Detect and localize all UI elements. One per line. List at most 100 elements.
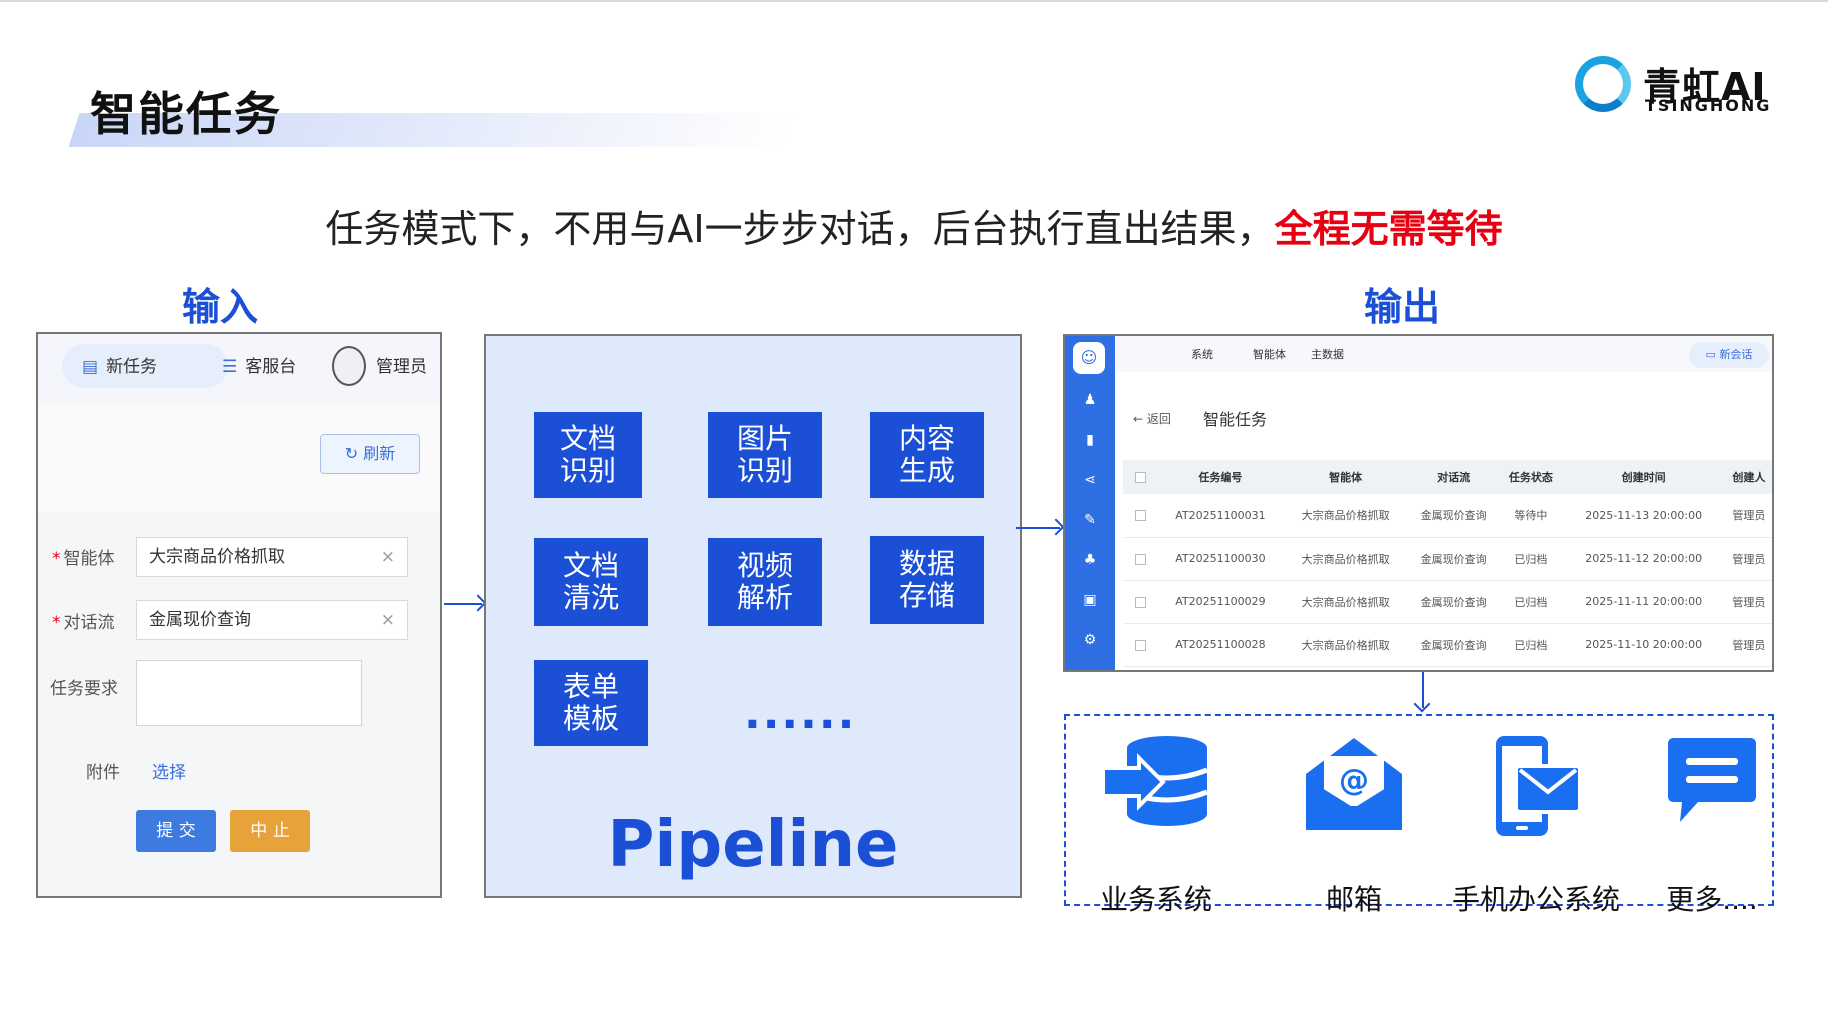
agent-value: 大宗商品价格抓取 [149, 547, 285, 567]
brand-logo: 青虹AI TSINGHONG [1575, 56, 1775, 116]
channel-mobile-office: 手机办公系统 [1452, 734, 1620, 916]
table-header-row: 任务编号 智能体 对话流 任务状态 创建时间 创建人 [1123, 460, 1772, 494]
cell-flow: 金属现价查询 [1407, 580, 1500, 624]
robot-icon[interactable]: ☺ [1073, 342, 1105, 374]
col-created-time[interactable]: 创建时间 [1561, 460, 1726, 494]
logo-text-en: TSINGHONG [1645, 96, 1772, 115]
tab-new-task-label: 新任务 [106, 357, 158, 377]
channel-label: 手机办公系统 [1451, 883, 1620, 916]
channel-more: 更多.... [1652, 734, 1772, 916]
input-to-pipeline-arrow [444, 603, 482, 605]
attachment-select-link[interactable]: 选择 [152, 758, 186, 783]
flow-label: * 对话流 [52, 613, 115, 633]
cell-flow: 金属现价查询 [1407, 537, 1500, 581]
tile-data-storage: 数据 存储 [870, 536, 984, 624]
org-icon[interactable]: ♣ [1065, 552, 1115, 568]
book-icon[interactable]: ▮ [1065, 432, 1115, 448]
agent-select[interactable]: 大宗商品价格抓取 × [136, 537, 408, 577]
channel-label: 邮箱 [1325, 883, 1382, 916]
email-icon: @ [1306, 738, 1402, 830]
svg-text:@: @ [1339, 763, 1369, 798]
save-icon[interactable]: ▣ [1065, 592, 1115, 608]
pipeline-label: Pipeline [607, 808, 899, 882]
chat-icon: ▭ [1705, 348, 1720, 361]
cell-status: 已归档 [1499, 537, 1562, 581]
clear-agent-icon[interactable]: × [381, 538, 395, 576]
cell-creator: 管理员 [1725, 623, 1772, 667]
col-task-id[interactable]: 任务编号 [1157, 460, 1284, 494]
tab-new-task[interactable]: ▤ 新任务 [82, 352, 157, 377]
tab-service-desk-label: 客服台 [245, 357, 297, 377]
cell-created-time: 2025-11-11 20:00:00 [1561, 580, 1726, 624]
tile-content-generation: 内容 生成 [870, 412, 984, 498]
output-page-title: 智能任务 [1203, 410, 1268, 429]
row-checkbox[interactable] [1134, 510, 1146, 522]
clear-flow-icon[interactable]: × [381, 601, 395, 639]
share-icon[interactable]: ⋖ [1065, 472, 1115, 488]
cell-creator: 管理员 [1725, 580, 1772, 624]
table-row[interactable]: AT20251100031 大宗商品价格抓取 金属现价查询 等待中 2025-1… [1123, 494, 1772, 538]
table-row[interactable]: AT20251100030 大宗商品价格抓取 金属现价查询 已归档 2025-1… [1123, 537, 1772, 581]
nav-system[interactable]: 系统 [1191, 346, 1213, 362]
cell-flow: 金属现价查询 [1407, 623, 1500, 667]
col-agent[interactable]: 智能体 [1283, 460, 1408, 494]
nav-agent[interactable]: 智能体 [1253, 346, 1286, 362]
edit-icon[interactable]: ✎ [1065, 512, 1115, 528]
submit-button[interactable]: 提 交 [136, 810, 216, 852]
output-topbar: 系统 智能体 主数据 [1115, 336, 1772, 372]
channel-email: @ 邮箱 [1294, 734, 1414, 916]
cell-created-time: 2025-11-12 20:00:00 [1561, 537, 1726, 581]
input-panel: ▤ 新任务 ☰ 客服台 管理员 ↻ 刷新 * 智能体 大宗商品价格抓取 × * 对话流 … [36, 332, 442, 898]
new-chat-button[interactable]: ▭ 新会话 [1689, 342, 1769, 368]
channel-label: 业务系统 [1099, 883, 1212, 916]
logo-ring-icon [1575, 56, 1631, 112]
task-table: 任务编号 智能体 对话流 任务状态 创建时间 创建人 AT20251100031… [1123, 460, 1772, 667]
table-row[interactable]: AT20251100028 大宗商品价格抓取 金属现价查询 已归档 2025-1… [1123, 623, 1772, 667]
more-ellipsis: ...... [744, 688, 857, 739]
flow-select[interactable]: 金属现价查询 × [136, 600, 408, 640]
tile-image-recognition: 图片 识别 [708, 412, 822, 498]
cell-status: 已归档 [1499, 623, 1562, 667]
flow-value: 金属现价查询 [149, 610, 251, 630]
cell-created-time: 2025-11-10 20:00:00 [1561, 623, 1726, 667]
cell-status: 等待中 [1499, 494, 1562, 538]
row-checkbox[interactable] [1134, 553, 1146, 565]
chat-bubble-icon [1668, 738, 1756, 822]
cell-task-id: AT20251100028 [1157, 623, 1284, 667]
sliders-icon: ☰ [222, 357, 238, 377]
cell-agent: 大宗商品价格抓取 [1283, 580, 1408, 624]
output-to-channels-arrow [1422, 672, 1424, 708]
agent-label: * 智能体 [52, 549, 115, 569]
nav-master-data[interactable]: 主数据 [1311, 346, 1344, 362]
pipeline-to-output-arrow [1016, 527, 1060, 529]
stop-button[interactable]: 中 止 [230, 810, 310, 852]
document-icon: ▤ [82, 357, 99, 377]
cell-created-time: 2025-11-13 20:00:00 [1561, 494, 1726, 538]
col-status[interactable]: 任务状态 [1499, 460, 1562, 494]
refresh-label: 刷新 [363, 444, 396, 463]
col-creator[interactable]: 创建人 [1725, 460, 1772, 494]
requirement-textarea[interactable] [136, 660, 362, 726]
input-tab-bar: ▤ 新任务 ☰ 客服台 管理员 [38, 334, 440, 404]
cell-status: 已归档 [1499, 580, 1562, 624]
avatar-icon[interactable] [332, 346, 366, 386]
channel-label: 更多.... [1666, 883, 1758, 916]
row-checkbox[interactable] [1134, 639, 1146, 651]
cell-creator: 管理员 [1725, 494, 1772, 538]
select-all-checkbox[interactable] [1134, 472, 1146, 483]
tile-form-template: 表单 模板 [534, 660, 648, 746]
col-flow[interactable]: 对话流 [1407, 460, 1500, 494]
back-link[interactable]: ← 返回 [1133, 410, 1171, 427]
channel-business-system: 业务系统 [1096, 734, 1216, 916]
settings-icon[interactable]: ⚙ [1065, 632, 1115, 648]
cell-task-id: AT20251100031 [1157, 494, 1284, 538]
pipeline-panel: 文档 识别 图片 识别 内容 生成 文档 清洗 视频 解析 数据 存储 表单 模板 .....… [484, 334, 1022, 898]
refresh-button[interactable]: ↻ 刷新 [320, 434, 420, 474]
cell-agent: 大宗商品价格抓取 [1283, 537, 1408, 581]
user-name[interactable]: 管理员 [376, 352, 427, 377]
users-icon[interactable]: ♟ [1065, 392, 1115, 408]
tab-service-desk[interactable]: ☰ 客服台 [222, 352, 296, 377]
row-checkbox[interactable] [1134, 596, 1146, 608]
database-icon [1101, 736, 1208, 826]
table-row[interactable]: AT20251100029 大宗商品价格抓取 金属现价查询 已归档 2025-1… [1123, 580, 1772, 624]
